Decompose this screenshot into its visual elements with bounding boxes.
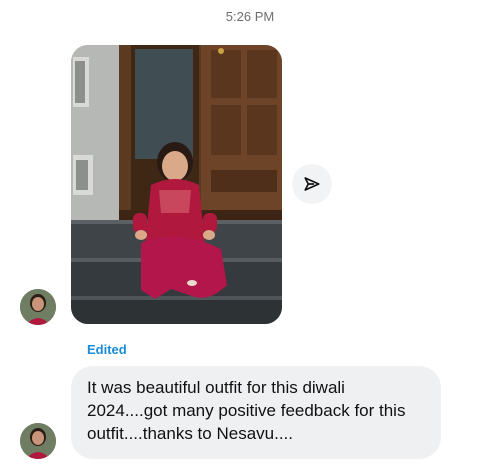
text-message-bubble[interactable]: It was beautiful outfit for this diwali … xyxy=(71,366,441,459)
send-arrow-icon xyxy=(304,177,320,191)
sender-avatar[interactable] xyxy=(20,289,56,325)
share-button[interactable] xyxy=(292,164,332,204)
photo-message[interactable] xyxy=(71,45,282,324)
chat-screen: 5:26 PM Edited It was beautiful outfit f… xyxy=(0,0,500,466)
edited-label: Edited xyxy=(87,342,127,357)
message-timestamp: 5:26 PM xyxy=(225,9,275,24)
sender-avatar[interactable] xyxy=(20,423,56,459)
photo-image xyxy=(71,45,282,324)
avatar-icon xyxy=(20,423,56,459)
avatar-icon xyxy=(20,289,56,325)
